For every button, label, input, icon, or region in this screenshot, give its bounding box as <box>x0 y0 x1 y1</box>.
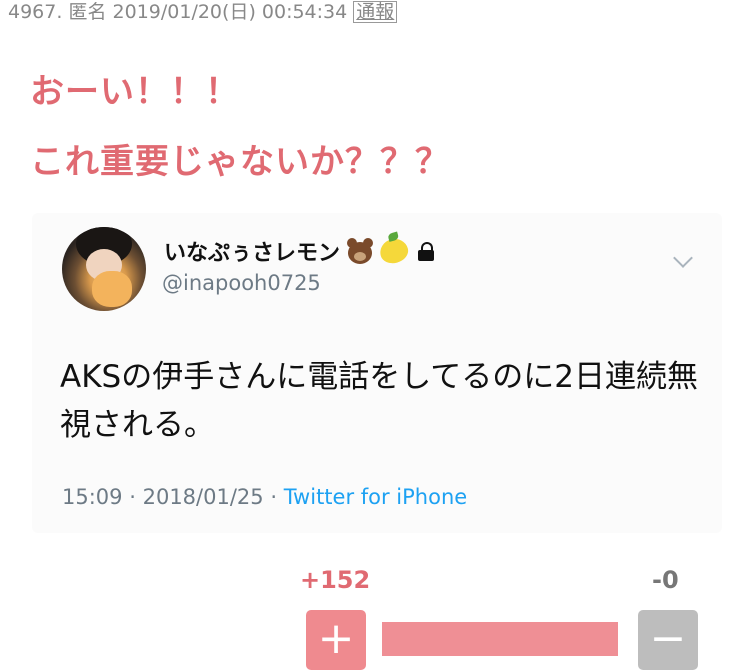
chevron-down-icon[interactable] <box>673 248 693 268</box>
vote-ratio-fill <box>382 622 618 656</box>
comment-line-2: これ重要じゃないか？？？ <box>30 142 450 182</box>
minus-vote-button[interactable]: − <box>638 610 698 670</box>
tweet-text: AKSの伊手さんに電話をしてるのに2日連続無視される。 <box>60 359 699 443</box>
tweet-footer: 15:09 · 2018/01/25 · Twitter for iPhone <box>62 485 467 509</box>
lemon-emoji-icon <box>377 231 411 267</box>
plus-vote-count: +152 <box>300 566 371 594</box>
minus-vote-count: -0 <box>652 566 679 594</box>
tweet-source-link[interactable]: Twitter for iPhone <box>284 485 468 509</box>
bear-emoji-icon <box>346 238 374 264</box>
tweet-handle[interactable]: @inapooh0725 <box>162 271 321 295</box>
plus-vote-button[interactable]: + <box>306 610 366 670</box>
lock-icon <box>418 242 435 261</box>
embedded-tweet[interactable]: いなぷぅさレモン @inapooh0725 AKSの伊手さんに電話をしてるのに2… <box>32 213 722 533</box>
avatar[interactable] <box>62 227 146 311</box>
post-datetime: 2019/01/20(日) 00:54:34 <box>112 1 348 23</box>
separator: · <box>270 485 278 509</box>
post-number: 4967. <box>8 1 63 23</box>
tweet-time: 15:09 <box>62 485 123 509</box>
post-author: 匿名 <box>68 1 107 23</box>
comment-line-1: おーい！！！ <box>30 72 240 112</box>
display-name: いなぷぅさレモン <box>164 241 341 266</box>
report-link[interactable]: 通報 <box>353 1 398 23</box>
vote-ratio-bar <box>382 622 618 656</box>
separator: · <box>129 485 136 509</box>
tweet-date[interactable]: 2018/01/25 <box>143 485 264 509</box>
post-meta: 4967. 匿名 2019/01/20(日) 00:54:34 通報 <box>8 0 398 24</box>
tweet-author-name[interactable]: いなぷぅさレモン <box>164 231 435 267</box>
